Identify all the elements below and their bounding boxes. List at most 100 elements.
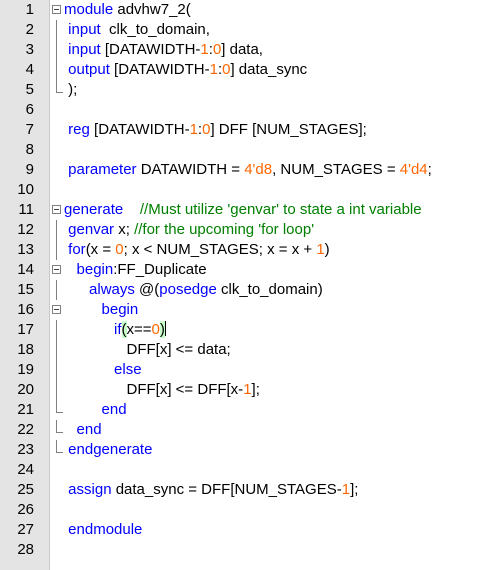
text-token: ) (324, 241, 330, 258)
code-line[interactable]: 1 module advhw7_2( (0, 0, 483, 20)
code-line[interactable]: 4 output [DATAWIDTH-1:0] data_sync (0, 60, 483, 80)
code-text: begin (64, 300, 139, 320)
code-editor[interactable]: 1 module advhw7_2(2 input clk_to_domain, 3… (0, 0, 483, 570)
code-line[interactable]: 10 (0, 180, 483, 200)
keyword-token: input (68, 41, 101, 58)
code-line[interactable]: 12 genvar x; //for the upcoming 'for loo… (0, 220, 483, 240)
code-text: reg [DATAWIDTH-1:0] DFF [NUM_STAGES]; (64, 120, 367, 140)
line-number: 3 (25, 41, 34, 58)
code-line[interactable]: 6 (0, 100, 483, 120)
number-token: 4'd8 (244, 161, 273, 178)
fold-collapse-icon[interactable] (52, 305, 61, 314)
code-line[interactable]: 23 endgenerate (0, 440, 483, 460)
comment-token: //Must utilize 'genvar' to state a int v… (139, 201, 422, 218)
line-number: 18 (17, 341, 34, 358)
fold-guide-line (56, 220, 57, 240)
fold-collapse-icon[interactable] (52, 5, 61, 14)
fold-guide-line (56, 40, 57, 60)
line-number: 25 (17, 481, 34, 498)
code-text: for(x = 0; x < NUM_STAGES; x = x + 1) (64, 240, 330, 260)
keyword-token: module (64, 1, 114, 18)
code-line[interactable]: 2 input clk_to_domain, (0, 20, 483, 40)
text-token: clk_to_domain) (216, 281, 323, 298)
code-line[interactable]: 17 if(x==0) (0, 320, 483, 340)
text-token: DFF[x] <= data; (64, 341, 231, 358)
fold-collapse-icon[interactable] (52, 205, 61, 214)
code-line[interactable]: 21 end (0, 400, 483, 420)
code-line[interactable]: 13 for(x = 0; x < NUM_STAGES; x = x + 1) (0, 240, 483, 260)
fold-guide-line (56, 320, 57, 340)
code-line[interactable]: 24 (0, 460, 483, 480)
code-line[interactable]: 26 (0, 500, 483, 520)
line-number: 24 (17, 461, 34, 478)
keyword-token: posedge (159, 281, 217, 298)
code-line[interactable]: 19 else (0, 360, 483, 380)
code-line[interactable]: 18 DFF[x] <= data; (0, 340, 483, 360)
line-number: 16 (17, 301, 34, 318)
line-number: 11 (18, 201, 34, 218)
text-token: [DATAWIDTH- (109, 61, 210, 78)
code-text: begin:FF_Duplicate (64, 260, 207, 280)
text-token: ] data_sync (230, 61, 308, 78)
text-token: [DATAWIDTH- (100, 41, 201, 58)
line-number: 26 (17, 501, 34, 518)
line-number: 8 (25, 141, 34, 158)
keyword-token: generate (64, 201, 124, 218)
line-number: 23 (17, 441, 34, 458)
code-line[interactable]: 16 begin (0, 300, 483, 320)
text-token: ]; (350, 481, 359, 498)
comment-token: //for the upcoming 'for loop' (134, 221, 315, 238)
code-text: if(x==0) (64, 320, 166, 340)
keyword-token: else (114, 361, 142, 378)
fold-end-marker (56, 440, 63, 453)
line-number: 10 (17, 181, 34, 198)
fold-guide-line (56, 360, 57, 380)
code-line[interactable]: 11 generate //Must utilize 'genvar' to st… (0, 200, 483, 220)
text-token: x; (114, 221, 135, 238)
code-line[interactable]: 28 (0, 540, 483, 560)
code-line[interactable]: 15 always @(posedge clk_to_domain) (0, 280, 483, 300)
code-text: genvar x; //for the upcoming 'for loop' (64, 220, 314, 240)
code-line[interactable]: 8 (0, 140, 483, 160)
code-line[interactable]: 3 input [DATAWIDTH-1:0] data, (0, 40, 483, 60)
code-text: end (64, 400, 127, 420)
keyword-token: if (114, 321, 122, 338)
code-lines[interactable]: 1 module advhw7_2(2 input clk_to_domain, 3… (0, 0, 483, 560)
code-line[interactable]: 25 assign data_sync = DFF[NUM_STAGES-1]; (0, 480, 483, 500)
code-line[interactable]: 7 reg [DATAWIDTH-1:0] DFF [NUM_STAGES]; (0, 120, 483, 140)
code-text: endgenerate (64, 440, 152, 460)
line-number: 15 (17, 281, 34, 298)
code-text: endmodule (64, 520, 142, 540)
number-token: 4'd4 (399, 161, 428, 178)
code-line[interactable]: 20 DFF[x] <= DFF[x-1]; (0, 380, 483, 400)
keyword-token: for (68, 241, 86, 258)
number-token: 1 (243, 381, 252, 398)
keyword-token: always (89, 281, 135, 298)
code-line[interactable]: 14 begin:FF_Duplicate (0, 260, 483, 280)
line-number: 19 (17, 361, 34, 378)
fold-end-marker (56, 420, 63, 433)
code-text: assign data_sync = DFF[NUM_STAGES-1]; (64, 480, 358, 500)
text-token: clk_to_domain, (100, 21, 210, 38)
line-number: 12 (17, 221, 34, 238)
code-line[interactable]: 9 parameter DATAWIDTH = 4'd8, NUM_STAGES… (0, 160, 483, 180)
code-line[interactable]: 5 ); (0, 80, 483, 100)
line-number: 22 (17, 421, 34, 438)
fold-guide-line (56, 380, 57, 400)
text-token: ] data, (221, 41, 263, 58)
text-token: ; (427, 161, 432, 178)
code-line[interactable]: 27 endmodule (0, 520, 483, 540)
fold-end-marker (56, 80, 63, 93)
line-number: 6 (25, 101, 34, 118)
text-token: x== (126, 321, 152, 338)
code-text: DFF[x] <= DFF[x-1]; (64, 380, 260, 400)
code-line[interactable]: 22 end (0, 420, 483, 440)
code-text: input clk_to_domain, (64, 20, 210, 40)
fold-collapse-icon[interactable] (52, 265, 61, 274)
text-token: ] DFF [NUM_STAGES]; (210, 121, 367, 138)
text-token: DFF[x] <= DFF[x- (64, 381, 244, 398)
keyword-token: input (68, 21, 101, 38)
